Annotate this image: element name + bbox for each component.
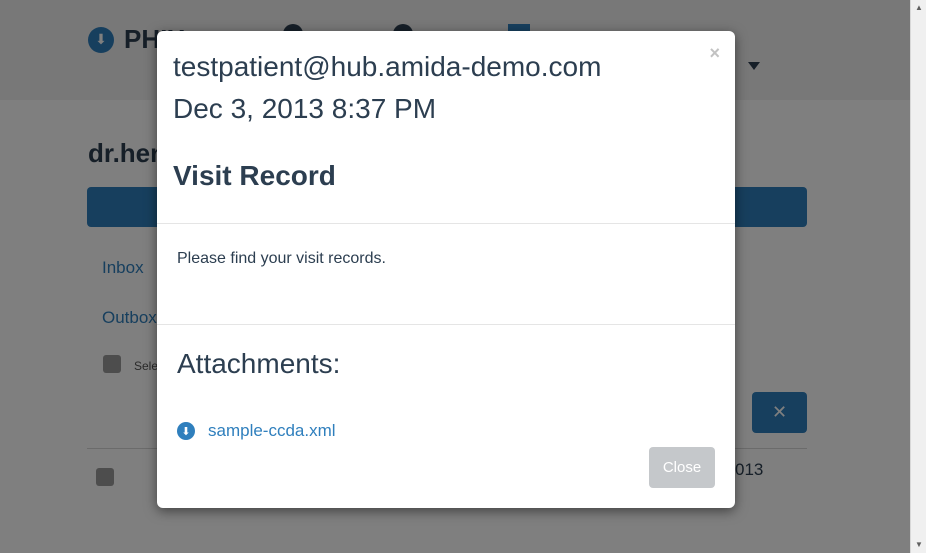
message-sender: testpatient@hub.amida-demo.com: [173, 51, 602, 82]
message-modal: × testpatient@hub.amida-demo.com Dec 3, …: [157, 31, 735, 508]
close-button[interactable]: Close: [649, 447, 715, 488]
scroll-up-arrow-icon[interactable]: ▲: [911, 0, 926, 16]
attachments-heading: Attachments:: [177, 348, 341, 379]
scroll-down-arrow-icon[interactable]: ▼: [911, 537, 926, 553]
message-date: Dec 3, 2013 8:37 PM: [173, 93, 437, 124]
download-circle-icon[interactable]: ⬇: [177, 422, 195, 440]
attachment-link[interactable]: sample-ccda.xml: [208, 421, 336, 441]
divider: [157, 324, 735, 325]
close-icon[interactable]: ×: [709, 43, 720, 64]
scrollbar[interactable]: ▲ ▼: [910, 0, 926, 553]
attachment-item[interactable]: ⬇ sample-ccda.xml: [177, 421, 336, 441]
message-subject: Visit Record: [173, 160, 336, 191]
divider: [157, 223, 735, 224]
message-body: Please find your visit records.: [177, 250, 386, 267]
